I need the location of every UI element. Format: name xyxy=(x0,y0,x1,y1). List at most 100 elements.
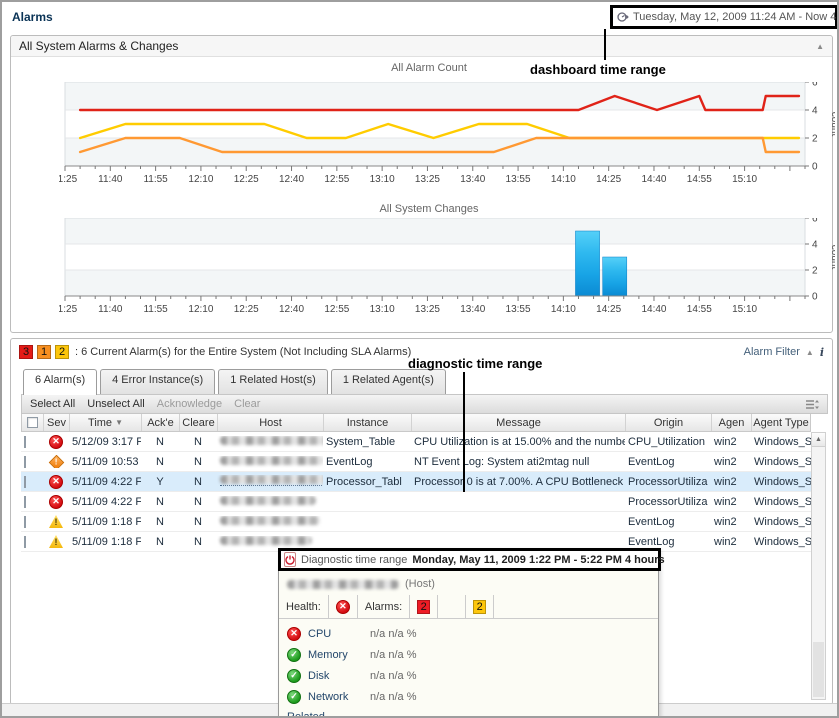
health-label: Health: xyxy=(279,595,329,618)
svg-text:12:10: 12:10 xyxy=(188,174,213,185)
alarm-count-chart: 11:2511:4011:5512:1012:2512:4012:5513:10… xyxy=(59,82,835,189)
alarm-row[interactable]: ✕5/12/09 3:17 FNNSystem_TableCPU Utiliza… xyxy=(21,432,811,452)
svg-text:15:10: 15:10 xyxy=(732,174,757,185)
alarm-agent: win2 xyxy=(711,536,751,548)
tab-related-agents[interactable]: 1 Related Agent(s) xyxy=(331,369,446,394)
alarm-agent: win2 xyxy=(711,436,751,448)
svg-text:13:40: 13:40 xyxy=(460,304,485,315)
diagnostic-annotation-label: diagnostic time range xyxy=(408,356,542,371)
collapse-icon[interactable]: ▲ xyxy=(816,42,824,51)
select-all-checkbox[interactable] xyxy=(27,417,38,428)
metric-name-link[interactable]: Memory xyxy=(308,649,363,661)
alarm-acked: N xyxy=(141,536,179,548)
host-link-redacted[interactable] xyxy=(220,496,316,505)
metric-values: n/a n/a % xyxy=(370,649,416,661)
col-host[interactable]: Host xyxy=(218,414,324,431)
severity-warning-icon: ! xyxy=(49,535,63,548)
alarm-origin: EventLog xyxy=(625,456,711,468)
sort-desc-icon: ▼ xyxy=(115,418,123,427)
alarm-agent: win2 xyxy=(711,476,751,488)
info-icon[interactable]: i xyxy=(820,346,824,359)
alarm-cleared: N xyxy=(179,536,217,548)
alarm-filter-link[interactable]: Alarm Filter xyxy=(744,346,800,358)
scrollbar-thumb[interactable] xyxy=(813,642,824,697)
clear-action[interactable]: Clear xyxy=(234,398,260,410)
alarm-row[interactable]: ✕5/11/09 4:22 FYNProcessor_TablProcessor… xyxy=(21,472,811,492)
row-checkbox[interactable] xyxy=(24,516,26,528)
page-title: Alarms xyxy=(12,10,53,24)
metric-row-memory: ✓Memoryn/a n/a % xyxy=(279,644,658,665)
header-checkbox-cell[interactable] xyxy=(22,414,44,431)
tooltip-empty-count xyxy=(445,600,458,614)
related-label: Related xyxy=(279,707,658,718)
row-checkbox[interactable] xyxy=(24,476,26,488)
diagnostic-annotation-line xyxy=(463,372,465,492)
metric-name-link[interactable]: Network xyxy=(308,691,363,703)
acknowledge-action[interactable]: Acknowledge xyxy=(157,398,222,410)
panel-title: All System Alarms & Changes xyxy=(19,39,816,53)
row-checkbox[interactable] xyxy=(24,456,26,468)
svg-text:12:40: 12:40 xyxy=(279,304,304,315)
diagnostic-time-icon xyxy=(284,552,296,567)
alarm-tab-content: Select All Unselect All Acknowledge Clea… xyxy=(21,394,828,718)
host-link-redacted[interactable] xyxy=(220,475,323,486)
alarm-agent: win2 xyxy=(711,456,751,468)
col-agent[interactable]: Agen xyxy=(712,414,752,431)
host-link-redacted[interactable] xyxy=(220,516,320,525)
table-vertical-scrollbar[interactable]: ▲ xyxy=(811,432,826,700)
svg-text:14:25: 14:25 xyxy=(596,174,621,185)
alarm-instance: Processor_Tabl xyxy=(323,476,411,488)
alarm-row[interactable]: ✕5/11/09 4:22 FNNProcessorUtilizawin2Win… xyxy=(21,492,811,512)
unselect-all-action[interactable]: Unselect All xyxy=(87,398,144,410)
host-link-redacted[interactable] xyxy=(220,436,323,445)
col-message[interactable]: Message xyxy=(412,414,626,431)
row-checkbox[interactable] xyxy=(24,436,26,448)
col-origin[interactable]: Origin xyxy=(626,414,712,431)
filter-collapse-icon[interactable]: ▲ xyxy=(806,348,814,357)
table-customizer-icon[interactable] xyxy=(805,399,819,410)
col-agent-type[interactable]: Agent Type xyxy=(752,414,810,431)
col-instance[interactable]: Instance xyxy=(324,414,412,431)
svg-text:12:25: 12:25 xyxy=(234,304,259,315)
panel-header[interactable]: All System Alarms & Changes ▲ xyxy=(11,36,832,57)
alarm-cleared: N xyxy=(179,476,217,488)
alarm-cleared: N xyxy=(179,516,217,528)
host-link-redacted[interactable] xyxy=(220,456,323,465)
col-time[interactable]: Time▼ xyxy=(70,414,142,431)
alarm-agent-type: Windows_Syst xyxy=(751,476,811,488)
svg-text:14:25: 14:25 xyxy=(596,304,621,315)
svg-text:13:25: 13:25 xyxy=(415,174,440,185)
col-acked[interactable]: Ack'e xyxy=(142,414,180,431)
alarm-row[interactable]: !5/11/09 10:53NNEventLogNT Event Log: Sy… xyxy=(21,452,811,472)
metric-name-link[interactable]: Disk xyxy=(308,670,363,682)
metric-name-link[interactable]: CPU xyxy=(308,628,363,640)
tab-error-instances[interactable]: 4 Error Instance(s) xyxy=(100,369,215,394)
metric-values: n/a n/a % xyxy=(370,628,416,640)
svg-text:0: 0 xyxy=(812,292,818,303)
tab-alarms[interactable]: 6 Alarm(s) xyxy=(23,369,97,395)
scroll-up-button[interactable]: ▲ xyxy=(812,433,825,447)
alarm-acked: N xyxy=(141,516,179,528)
row-checkbox[interactable] xyxy=(24,536,26,548)
alarm-origin: EventLog xyxy=(625,516,711,528)
tooltip-warning-count: 2 xyxy=(473,600,486,614)
host-link-redacted[interactable] xyxy=(220,536,312,545)
dashboard-time-range-text: Tuesday, May 12, 2009 11:24 AM - Now 4 h… xyxy=(633,11,839,23)
system-changes-chart: 11:2511:4011:5512:1012:2512:4012:5513:10… xyxy=(59,218,835,319)
host-name-redacted[interactable] xyxy=(287,580,399,589)
alarm-time: 5/11/09 4:22 F xyxy=(69,496,141,508)
tab-related-hosts[interactable]: 1 Related Host(s) xyxy=(218,369,328,394)
row-checkbox[interactable] xyxy=(24,496,26,508)
alarm-toolbar: Select All Unselect All Acknowledge Clea… xyxy=(21,394,828,414)
alarm-row[interactable]: !5/11/09 1:18 FNNEventLogwin2Windows_Sys… xyxy=(21,512,811,532)
metric-row-cpu: ✕CPUn/a n/a % xyxy=(279,623,658,644)
select-all-action[interactable]: Select All xyxy=(30,398,75,410)
fatal-count-badge: 3 xyxy=(19,345,33,359)
alarm-agent-type: Windows_Syst xyxy=(751,496,811,508)
dashboard-time-range-control[interactable]: Tuesday, May 12, 2009 11:24 AM - Now 4 h… xyxy=(610,5,838,29)
alarm-origin: EventLog xyxy=(625,536,711,548)
col-sev[interactable]: Sev xyxy=(44,414,70,431)
host-type-suffix: (Host) xyxy=(405,578,435,590)
svg-text:11:40: 11:40 xyxy=(98,174,123,185)
col-cleared[interactable]: Cleare xyxy=(180,414,218,431)
